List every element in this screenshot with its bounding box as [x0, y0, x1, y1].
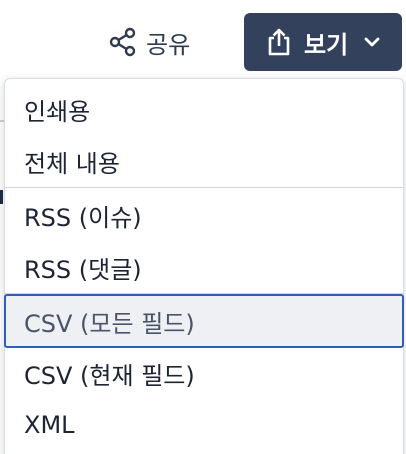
menu-item-xml[interactable]: XML — [5, 399, 403, 451]
menu-item-label: CSV (모든 필드) — [24, 309, 195, 338]
share-icon — [108, 27, 138, 57]
menu-item-full-content[interactable]: 전체 내용 — [5, 135, 403, 187]
issue-view-screen: 공유 보기 인쇄용 전체 내용 RSS (이슈) RSS (댓글) CSV (모… — [0, 0, 406, 454]
view-export-button[interactable]: 보기 — [244, 13, 402, 71]
background-edge-mark — [0, 190, 3, 204]
menu-item-csv-all-fields[interactable]: CSV (모든 필드) — [4, 294, 404, 348]
menu-item-printable[interactable]: 인쇄용 — [5, 83, 403, 135]
upload-icon — [266, 27, 304, 57]
menu-item-label: 인쇄용 — [24, 97, 91, 126]
menu-item-rss-issues[interactable]: RSS (이슈) — [5, 189, 403, 241]
menu-item-rss-comments[interactable]: RSS (댓글) — [5, 241, 403, 293]
share-button[interactable]: 공유 — [100, 18, 198, 66]
menu-item-label: RSS (댓글) — [24, 255, 142, 284]
share-button-label: 공유 — [146, 30, 191, 59]
menu-item-label: RSS (이슈) — [24, 203, 142, 232]
menu-item-label: 전체 내용 — [24, 149, 120, 178]
chevron-down-icon — [348, 36, 380, 48]
view-dropdown-menu: 인쇄용 전체 내용 RSS (이슈) RSS (댓글) CSV (모든 필드) … — [4, 78, 404, 454]
menu-divider — [5, 187, 403, 188]
view-button-label: 보기 — [304, 30, 349, 59]
menu-item-csv-current-fields[interactable]: CSV (현재 필드) — [5, 347, 403, 399]
menu-item-label: XML — [24, 411, 75, 439]
menu-item-label: CSV (현재 필드) — [24, 361, 195, 390]
